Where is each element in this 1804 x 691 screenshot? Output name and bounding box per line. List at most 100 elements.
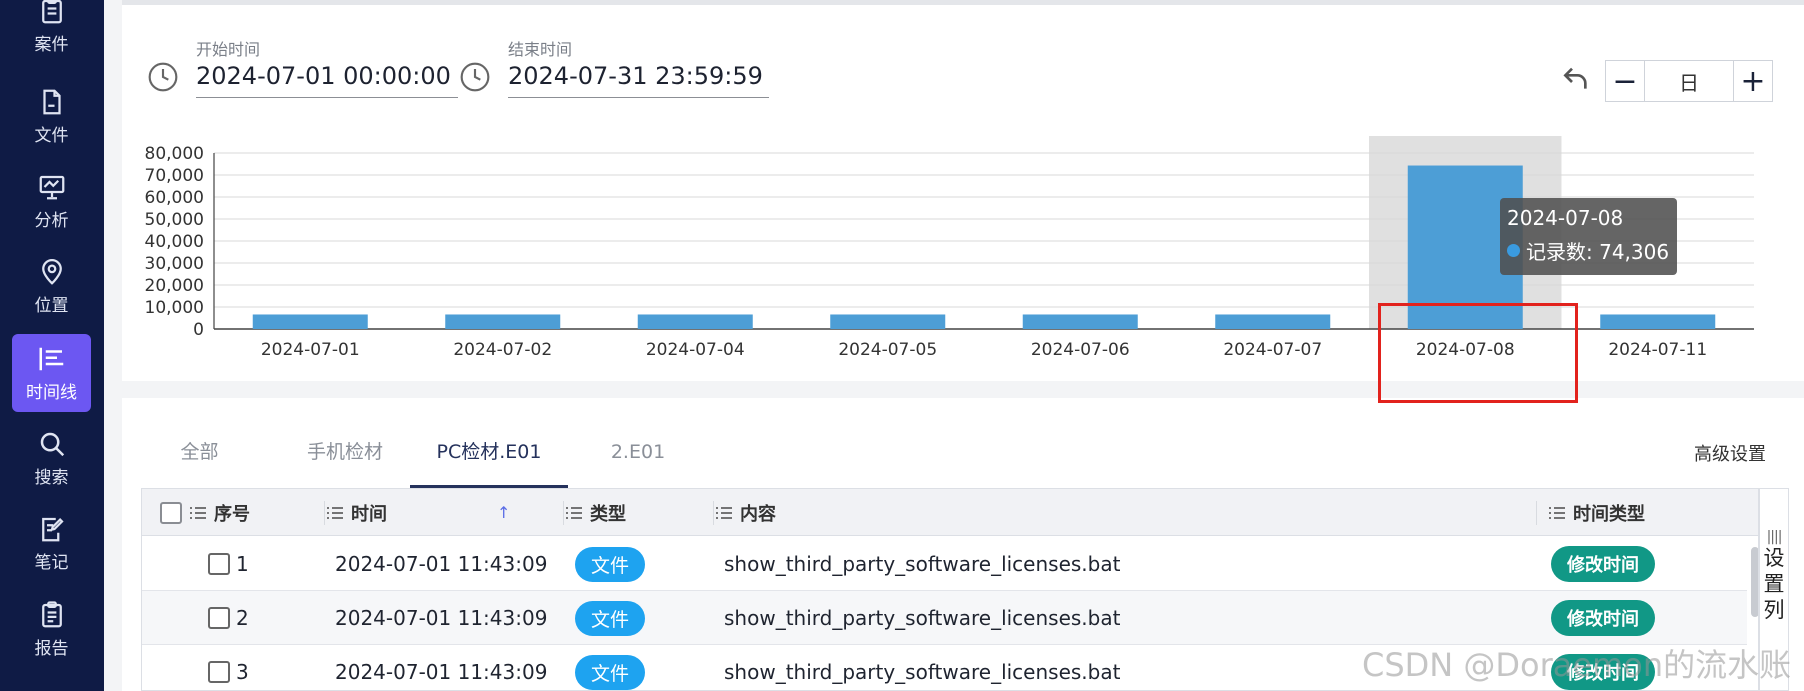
column-index[interactable]: 序号 bbox=[214, 500, 250, 526]
report-icon bbox=[41, 600, 62, 627]
row-time: 2024-07-01 11:43:09 bbox=[335, 552, 548, 576]
bar bbox=[830, 314, 946, 329]
series-dot bbox=[1507, 244, 1520, 257]
start-time-field[interactable]: 开始时间 2024-07-01 00:00:00 bbox=[196, 36, 458, 98]
scrollbar-thumb[interactable] bbox=[1751, 547, 1758, 617]
bar bbox=[252, 314, 368, 329]
x-tick-label: 2024-07-06 bbox=[1031, 340, 1130, 360]
y-tick-label: 80,000 bbox=[145, 144, 204, 164]
end-time-field[interactable]: 结束时间 2024-07-31 23:59:59 bbox=[508, 36, 769, 98]
table-header: 序号 时间 ↑ 类型 内容 时间类型 bbox=[142, 489, 1758, 536]
file-icon bbox=[42, 89, 61, 114]
select-all-header: 序号 bbox=[160, 489, 250, 536]
zoom-control: − 日 + bbox=[1605, 60, 1773, 102]
row-checkbox[interactable] bbox=[208, 553, 230, 575]
column-time-header[interactable]: 时间 ↑ bbox=[324, 489, 547, 536]
y-tick-label: 50,000 bbox=[145, 210, 204, 230]
x-tick-label: 2024-07-05 bbox=[838, 340, 937, 360]
sidebar-item-label: 搜索 bbox=[34, 467, 69, 488]
watermark: CSDN @Doraemon的流水账 bbox=[1362, 646, 1792, 684]
list-icon bbox=[190, 506, 206, 519]
bar bbox=[445, 314, 561, 329]
row-time: 2024-07-01 11:43:09 bbox=[335, 660, 548, 684]
sidebar-item-notes[interactable]: 笔记 bbox=[12, 504, 91, 582]
tab-all[interactable]: 全部 bbox=[162, 430, 237, 488]
x-tick-label: 2024-07-01 bbox=[261, 340, 360, 360]
location-pin-icon bbox=[41, 258, 62, 285]
column-separator bbox=[713, 501, 714, 525]
column-content: 内容 bbox=[740, 503, 776, 525]
column-time: 时间 bbox=[351, 503, 387, 525]
sidebar: 案件 文件 分析 位置 时间线 搜索 笔记 报告 bbox=[0, 0, 104, 691]
tab-2-e01[interactable]: 2.E01 bbox=[588, 430, 688, 488]
clock-icon bbox=[148, 62, 178, 92]
row-checkbox[interactable] bbox=[208, 607, 230, 629]
search-icon bbox=[40, 432, 64, 456]
sort-ascending-icon[interactable]: ↑ bbox=[497, 503, 510, 522]
y-tick-label: 70,000 bbox=[145, 166, 204, 186]
zoom-unit[interactable]: 日 bbox=[1644, 61, 1734, 101]
type-badge: 文件 bbox=[575, 654, 646, 690]
column-separator bbox=[1536, 501, 1537, 525]
clipboard-icon bbox=[41, 0, 62, 23]
presentation-icon bbox=[39, 175, 64, 199]
sidebar-item-label: 时间线 bbox=[26, 382, 77, 403]
column-settings-char: 置 bbox=[1763, 572, 1785, 596]
clock-icon bbox=[460, 62, 490, 92]
sidebar-item-label: 位置 bbox=[34, 295, 69, 316]
column-content-header[interactable]: 内容 bbox=[713, 489, 776, 536]
row-checkbox[interactable] bbox=[208, 661, 230, 683]
column-settings-char: 列 bbox=[1763, 598, 1785, 622]
row-time: 2024-07-01 11:43:09 bbox=[335, 606, 548, 630]
y-tick-label: 10,000 bbox=[145, 298, 204, 318]
tab-mobile[interactable]: 手机检材 bbox=[285, 430, 405, 488]
undo-icon[interactable] bbox=[1560, 62, 1592, 94]
tooltip-value: 记录数: 74,306 bbox=[1526, 240, 1670, 264]
row-content: show_third_party_software_licenses.bat bbox=[724, 660, 1121, 684]
table-row[interactable]: 2 2024-07-01 11:43:09 文件 show_third_part… bbox=[142, 591, 1747, 645]
y-tick-label: 20,000 bbox=[145, 276, 204, 296]
list-icon bbox=[327, 506, 343, 519]
bar bbox=[1022, 314, 1138, 329]
column-type-header[interactable]: 类型 bbox=[563, 489, 626, 536]
timeline-icon bbox=[39, 347, 63, 370]
select-all-checkbox[interactable] bbox=[160, 501, 182, 524]
advanced-settings-link[interactable]: 高级设置 bbox=[1694, 440, 1766, 466]
column-separator bbox=[324, 501, 325, 525]
bar bbox=[637, 314, 753, 329]
sidebar-item-analysis[interactable]: 分析 bbox=[12, 162, 91, 240]
zoom-in-button[interactable]: + bbox=[1734, 61, 1772, 101]
list-icon bbox=[1549, 506, 1565, 519]
column-settings-char: 设 bbox=[1763, 546, 1785, 570]
sidebar-item-label: 笔记 bbox=[34, 552, 69, 573]
x-tick-label: 2024-07-11 bbox=[1608, 340, 1707, 360]
table-row[interactable]: 1 2024-07-01 11:43:09 文件 show_third_part… bbox=[142, 537, 1747, 591]
column-time-type-header[interactable]: 时间类型 bbox=[1536, 489, 1645, 536]
time-type-badge: 修改时间 bbox=[1551, 600, 1655, 636]
y-tick-label: 0 bbox=[193, 320, 204, 340]
column-separator bbox=[563, 501, 564, 525]
end-time-input[interactable]: 2024-07-31 23:59:59 bbox=[508, 62, 769, 98]
sidebar-item-label: 文件 bbox=[34, 125, 69, 146]
time-type-badge: 修改时间 bbox=[1551, 546, 1655, 582]
sidebar-item-timeline[interactable]: 时间线 bbox=[12, 334, 91, 412]
row-index: 1 bbox=[236, 552, 249, 576]
bar bbox=[1215, 314, 1331, 329]
sidebar-item-file[interactable]: 文件 bbox=[12, 77, 91, 155]
start-time-label: 开始时间 bbox=[196, 40, 261, 59]
start-time-input[interactable]: 2024-07-01 00:00:00 bbox=[196, 62, 458, 98]
sidebar-item-case[interactable]: 案件 bbox=[12, 0, 91, 64]
zoom-out-button[interactable]: − bbox=[1606, 61, 1644, 101]
sidebar-item-report[interactable]: 报告 bbox=[12, 590, 91, 668]
row-content: show_third_party_software_licenses.bat bbox=[724, 606, 1121, 630]
sidebar-item-search[interactable]: 搜索 bbox=[12, 419, 91, 497]
list-icon bbox=[716, 506, 732, 519]
column-time-type: 时间类型 bbox=[1573, 503, 1645, 525]
tab-pc-e01[interactable]: PC检材.E01 bbox=[410, 430, 568, 488]
sidebar-item-label: 案件 bbox=[34, 34, 69, 55]
row-content: show_third_party_software_licenses.bat bbox=[724, 552, 1121, 576]
sidebar-item-location[interactable]: 位置 bbox=[12, 247, 91, 325]
x-tick-label: 2024-07-04 bbox=[646, 340, 745, 360]
tooltip-date: 2024-07-08 bbox=[1507, 206, 1624, 230]
sidebar-item-label: 报告 bbox=[34, 638, 69, 659]
